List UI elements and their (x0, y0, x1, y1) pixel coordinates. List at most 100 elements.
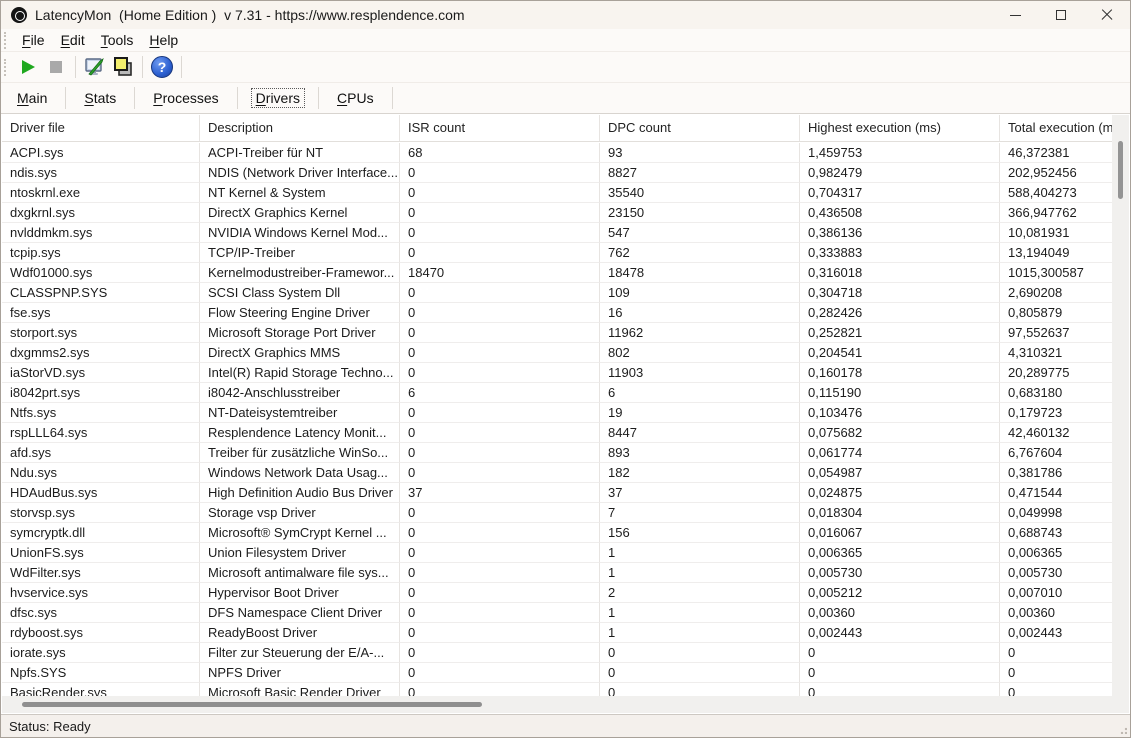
table-row[interactable]: BasicRender.sys Microsoft Basic Render Dr… (2, 683, 1112, 696)
cell-description: NT Kernel & System (200, 183, 400, 203)
column-header-total[interactable]: Total execution (ms) (1000, 115, 1129, 141)
cell-description: Microsoft antimalware file sys... (200, 563, 400, 583)
cell-dpc: 0 (600, 663, 800, 683)
horizontal-scrollbar[interactable] (2, 696, 1112, 713)
cell-highest: 0,982479 (800, 163, 1000, 183)
maximize-icon (1056, 10, 1066, 20)
cell-file: UnionFS.sys (2, 543, 200, 563)
tab-main[interactable]: Main (5, 87, 67, 109)
cell-isr: 0 (400, 543, 600, 563)
table-row[interactable]: nvlddmkm.sys NVIDIA Windows Kernel Mod...… (2, 223, 1112, 243)
table-row[interactable]: ndis.sys NDIS (Network Driver Interface..… (2, 163, 1112, 183)
cell-highest: 0,204541 (800, 343, 1000, 363)
table-row[interactable]: ACPI.sys ACPI-Treiber für NT 68 93 1,459753 4… (2, 143, 1112, 163)
table-row[interactable]: dxgmms2.sys DirectX Graphics MMS 0 802 0,204… (2, 343, 1112, 363)
column-header-description[interactable]: Description (200, 115, 400, 141)
maximize-button[interactable] (1038, 1, 1084, 29)
table-row[interactable]: Npfs.SYS NPFS Driver 0 0 0 0 (2, 663, 1112, 683)
cell-dpc: 1 (600, 543, 800, 563)
table-row[interactable]: symcryptk.dll Microsoft® SymCrypt Kernel … (2, 523, 1112, 543)
cell-description: Union Filesystem Driver (200, 543, 400, 563)
column-header-isr[interactable]: ISR count (400, 115, 600, 141)
cell-file: HDAudBus.sys (2, 483, 200, 503)
cell-description: Microsoft Storage Port Driver (200, 323, 400, 343)
vertical-scrollbar-thumb[interactable] (1118, 141, 1123, 199)
tab-drivers[interactable]: Drivers (238, 87, 320, 109)
toolbar-grip[interactable] (4, 31, 9, 49)
table-row[interactable]: dfsc.sys DFS Namespace Client Driver 0 1 0,0… (2, 603, 1112, 623)
cell-file: afd.sys (2, 443, 200, 463)
table-row[interactable]: HDAudBus.sys High Definition Audio Bus Dr… (2, 483, 1112, 503)
table-row[interactable]: ntoskrnl.exe NT Kernel & System 0 35540 0,70… (2, 183, 1112, 203)
toolbar-grip[interactable] (4, 58, 9, 76)
cell-dpc: 8827 (600, 163, 800, 183)
cell-highest: 0,704317 (800, 183, 1000, 203)
cell-total: 0,688743 (1000, 523, 1112, 543)
cell-total: 0,049998 (1000, 503, 1112, 523)
menu-item-tools[interactable]: Tools (93, 30, 142, 50)
menu-item-file[interactable]: File (14, 30, 53, 50)
horizontal-scrollbar-thumb[interactable] (22, 702, 482, 707)
cell-file: WdFilter.sys (2, 563, 200, 583)
cell-total: 0 (1000, 663, 1112, 683)
table-row[interactable]: hvservice.sys Hypervisor Boot Driver 0 2 0,0… (2, 583, 1112, 603)
table-row[interactable]: iaStorVD.sys Intel(R) Rapid Storage Techn… (2, 363, 1112, 383)
cell-file: Wdf01000.sys (2, 263, 200, 283)
minimize-button[interactable] (992, 1, 1038, 29)
cell-description: ACPI-Treiber für NT (200, 143, 400, 163)
table-row[interactable]: CLASSPNP.SYS SCSI Class System Dll 0 109 0,3… (2, 283, 1112, 303)
cell-dpc: 23150 (600, 203, 800, 223)
cell-highest: 0,075682 (800, 423, 1000, 443)
table-row[interactable]: Ndu.sys Windows Network Data Usag... 0 182 0… (2, 463, 1112, 483)
help-button[interactable]: ? (148, 54, 176, 80)
table-row[interactable]: WdFilter.sys Microsoft antimalware file s… (2, 563, 1112, 583)
table-row[interactable]: rspLLL64.sys Resplendence Latency Monit..… (2, 423, 1112, 443)
start-monitoring-button[interactable] (14, 54, 42, 80)
tab-stats[interactable]: Stats (66, 87, 136, 109)
cell-isr: 6 (400, 383, 600, 403)
table-row[interactable]: Ntfs.sys NT-Dateisystemtreiber 0 19 0,103476… (2, 403, 1112, 423)
table-row[interactable]: i8042prt.sys i8042-Anschlusstreiber 6 6 0,11… (2, 383, 1112, 403)
cell-isr: 0 (400, 643, 600, 663)
resize-grip-icon[interactable] (1117, 724, 1127, 734)
table-row[interactable]: iorate.sys Filter zur Steuerung der E/A-.… (2, 643, 1112, 663)
cell-dpc: 16 (600, 303, 800, 323)
vertical-scrollbar[interactable] (1112, 115, 1129, 696)
cell-total: 42,460132 (1000, 423, 1112, 443)
stop-monitoring-button[interactable] (42, 54, 70, 80)
options-button[interactable] (81, 54, 109, 80)
cell-dpc: 7 (600, 503, 800, 523)
table-row[interactable]: Wdf01000.sys Kernelmodustreiber-Framewor.… (2, 263, 1112, 283)
menu-item-help[interactable]: Help (141, 30, 186, 50)
tab-cpus[interactable]: CPUs (319, 87, 393, 109)
table-row[interactable]: storport.sys Microsoft Storage Port Drive… (2, 323, 1112, 343)
cell-total: 0,006365 (1000, 543, 1112, 563)
cell-highest: 0,436508 (800, 203, 1000, 223)
scrollbar-corner (1112, 696, 1129, 713)
cell-isr: 0 (400, 323, 600, 343)
cell-description: Filter zur Steuerung der E/A-... (200, 643, 400, 663)
tab-label: Main (17, 90, 48, 106)
table-row[interactable]: rdyboost.sys ReadyBoost Driver 0 1 0,002443 0… (2, 623, 1112, 643)
cell-isr: 0 (400, 563, 600, 583)
table-row[interactable]: tcpip.sys TCP/IP-Treiber 0 762 0,333883 13,19… (2, 243, 1112, 263)
cell-dpc: 0 (600, 683, 800, 696)
menu-item-edit[interactable]: Edit (53, 30, 93, 50)
cell-isr: 0 (400, 603, 600, 623)
column-header-highest[interactable]: Highest execution (ms) (800, 115, 1000, 141)
play-icon (21, 60, 35, 74)
cell-description: ReadyBoost Driver (200, 623, 400, 643)
tab-processes[interactable]: Processes (135, 87, 238, 109)
cell-dpc: 37 (600, 483, 800, 503)
cell-dpc: 762 (600, 243, 800, 263)
table-row[interactable]: storvsp.sys Storage vsp Driver 0 7 0,018304 0… (2, 503, 1112, 523)
column-header-dpc[interactable]: DPC count (600, 115, 800, 141)
table-row[interactable]: afd.sys Treiber für zusätzliche WinSo... 0… (2, 443, 1112, 463)
close-button[interactable] (1084, 1, 1130, 29)
table-row[interactable]: UnionFS.sys Union Filesystem Driver 0 1 0,00… (2, 543, 1112, 563)
table-row[interactable]: fse.sys Flow Steering Engine Driver 0 16 0,2… (2, 303, 1112, 323)
table-row[interactable]: dxgkrnl.sys DirectX Graphics Kernel 0 23150… (2, 203, 1112, 223)
column-header-file[interactable]: Driver file (2, 115, 200, 141)
window-controls (992, 1, 1130, 29)
copy-report-button[interactable] (109, 54, 137, 80)
